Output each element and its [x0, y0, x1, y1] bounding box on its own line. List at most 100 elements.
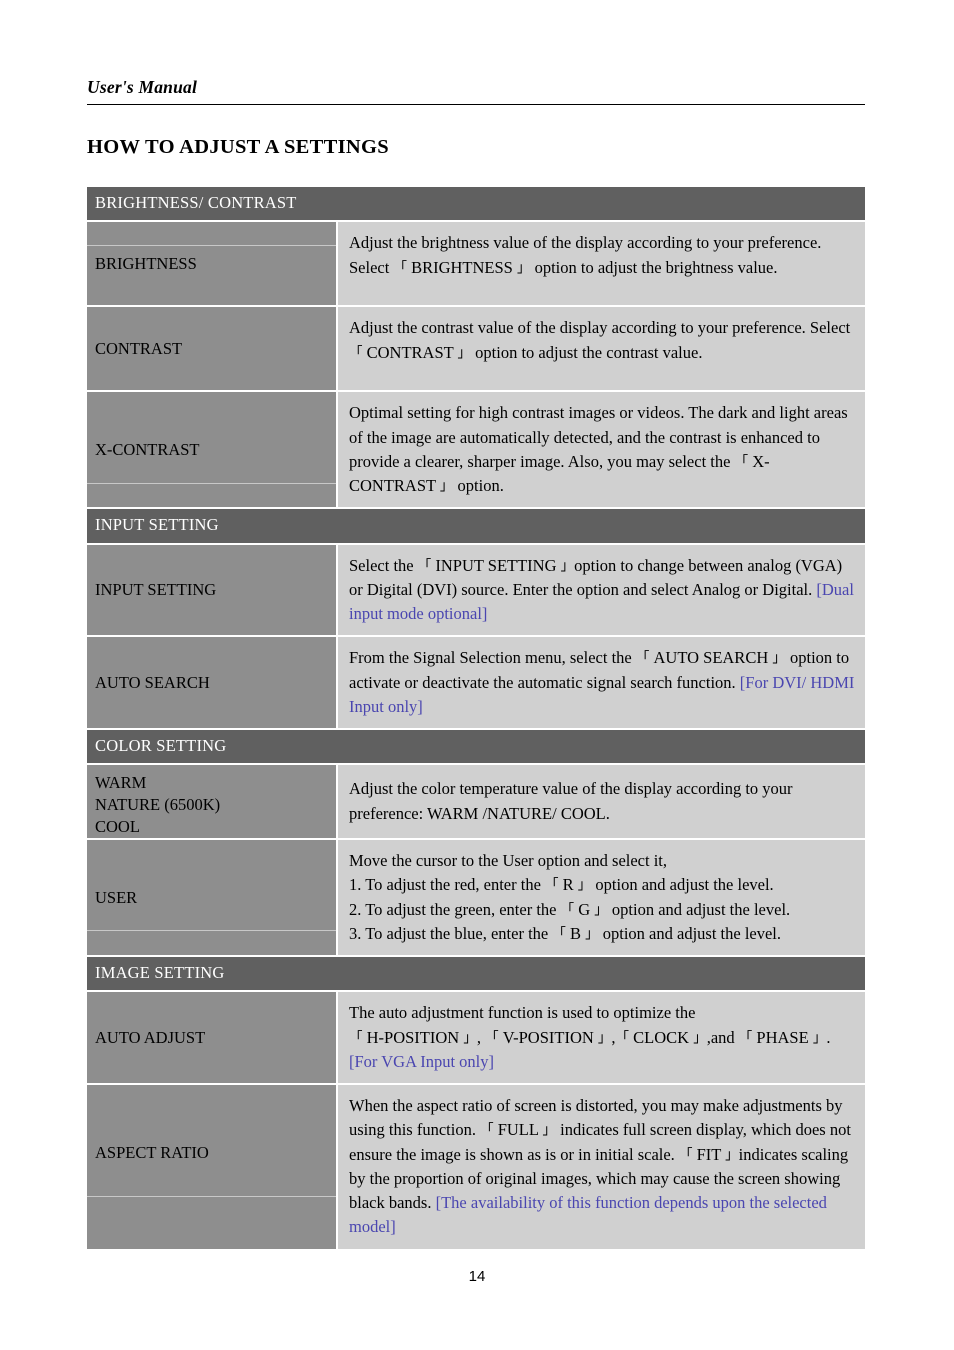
page-title: HOW TO ADJUST A SETTINGS — [87, 136, 389, 159]
user-green-pre: 2. To adjust the green, enter the — [349, 899, 561, 919]
key-sep-1: , — [476, 1027, 486, 1047]
setting-description-brightness: Adjust the brightness value of the displ… — [338, 222, 865, 306]
user-green-key: G — [574, 899, 595, 919]
page-content: User's Manual HOW TO ADJUST A SETTINGS B… — [87, 77, 865, 1251]
corner-bracket-open-icon: 「 — [734, 453, 749, 470]
corner-bracket-open-icon: 「 — [738, 1029, 753, 1046]
setting-label-line-warm: WARM — [95, 773, 147, 793]
corner-bracket-close-icon: 」 — [542, 1122, 556, 1139]
corner-bracket-open-icon: 「 — [678, 1146, 693, 1163]
setting-label-text: CONTRAST — [95, 339, 183, 358]
table-row: USER Move the cursor to the User option … — [87, 840, 865, 956]
desc-text-key: CONTRAST — [362, 342, 458, 362]
user-line-green: 2. To adjust the green, enter the 「 G 」 … — [349, 898, 855, 922]
settings-table: BRIGHTNESS/ CONTRAST BRIGHTNESS Adjust t… — [87, 187, 865, 1249]
corner-bracket-open-icon: 「 — [349, 344, 363, 361]
auto-adjust-line-keys: 「 H-POSITION 」, 「 V-POSITION 」,「 CLOCK 」… — [349, 1026, 855, 1050]
table-row: X-CONTRAST Optimal setting for high cont… — [87, 392, 865, 508]
setting-label-brightness: BRIGHTNESS — [87, 222, 336, 306]
corner-bracket-close-icon: 」 — [812, 1029, 827, 1046]
setting-label-color-temperature: WARM NATURE (6500K) COOL — [87, 765, 336, 839]
desc-text-pre: Select the — [349, 555, 418, 575]
corner-bracket-open-icon: 「 — [545, 877, 559, 894]
corner-bracket-close-icon: 」 — [725, 1146, 739, 1163]
corner-bracket-open-icon: 「 — [615, 1029, 630, 1046]
setting-description-x-contrast: Optimal setting for high contrast images… — [338, 392, 865, 508]
table-row: INPUT SETTING Select the 「 INPUT SETTING… — [87, 544, 865, 636]
corner-bracket-close-icon: 」 — [560, 557, 575, 574]
setting-label-text: INPUT SETTING — [95, 580, 217, 600]
corner-bracket-open-icon: 「 — [552, 925, 566, 942]
corner-bracket-close-icon: 」 — [585, 925, 599, 942]
auto-adjust-line-intro: The auto adjustment function is used to … — [349, 1003, 696, 1023]
desc-text-key: BRIGHTNESS — [406, 257, 517, 277]
corner-bracket-close-icon: 」 — [693, 1029, 707, 1046]
page-number: 14 — [468, 1268, 486, 1285]
user-blue-post: option and adjust the level. — [598, 923, 782, 943]
running-header: User's Manual — [87, 77, 198, 97]
key-phase: PHASE — [752, 1027, 813, 1047]
desc-text-post: option. — [453, 476, 504, 496]
table-row: ASPECT RATIO When the aspect ratio of sc… — [87, 1085, 865, 1249]
manual-page: User's Manual HOW TO ADJUST A SETTINGS B… — [0, 0, 954, 1350]
setting-label-text: AUTO ADJUST — [95, 1027, 206, 1047]
table-row: CONTRAST Adjust the contrast value of th… — [87, 307, 865, 391]
setting-description-auto-adjust: The auto adjustment function is used to … — [338, 992, 865, 1084]
setting-label-aspect-ratio: ASPECT RATIO — [87, 1085, 336, 1249]
user-red-key: R — [558, 875, 578, 895]
setting-label-x-contrast: X-CONTRAST — [87, 392, 336, 508]
corner-bracket-close-icon: 」 — [439, 478, 454, 495]
user-line-red: 1. To adjust the red, enter the 「 R 」 op… — [349, 873, 855, 897]
key-tail: . — [826, 1027, 831, 1047]
key-fit: FIT — [692, 1144, 726, 1164]
corner-bracket-open-icon: 「 — [485, 1029, 499, 1046]
table-row: AUTO SEARCH From the Signal Selection me… — [87, 637, 865, 729]
corner-bracket-open-icon: 「 — [480, 1122, 494, 1139]
setting-label-text: ASPECT RATIO — [95, 1142, 209, 1162]
desc-text-post: option to adjust the contrast value. — [471, 342, 703, 362]
setting-label-input-setting: INPUT SETTING — [87, 544, 336, 636]
cell-subdivider — [87, 930, 336, 932]
setting-label-contrast: CONTRAST — [87, 307, 336, 391]
user-red-post: option and adjust the level. — [591, 875, 774, 895]
desc-text-key: AUTO SEARCH — [649, 648, 773, 668]
setting-description-user: Move the cursor to the User option and s… — [338, 840, 865, 956]
section-header-input-setting: INPUT SETTING — [87, 509, 865, 543]
key-v-position: V-POSITION — [498, 1027, 598, 1047]
table-row: AUTO ADJUST The auto adjustment function… — [87, 992, 865, 1084]
key-clock: CLOCK — [629, 1027, 694, 1047]
cell-subdivider — [87, 483, 336, 485]
corner-bracket-close-icon: 」 — [594, 901, 608, 918]
corner-bracket-open-icon: 「 — [393, 259, 407, 276]
setting-label-text: BRIGHTNESS — [95, 254, 197, 273]
key-full: FULL — [493, 1120, 543, 1140]
section-header-brightness-contrast: BRIGHTNESS/ CONTRAST — [87, 187, 865, 221]
user-green-post: option and adjust the level. — [607, 899, 791, 919]
user-blue-key: B — [565, 923, 586, 943]
user-line-blue: 3. To adjust the blue, enter the 「 B 」 o… — [349, 922, 855, 946]
setting-label-user: USER — [87, 840, 336, 956]
setting-description-contrast: Adjust the contrast value of the display… — [338, 307, 865, 391]
user-red-pre: 1. To adjust the red, enter the — [349, 875, 546, 895]
setting-label-line-cool: COOL — [95, 816, 140, 836]
corner-bracket-open-icon: 「 — [349, 1029, 363, 1046]
corner-bracket-close-icon: 」 — [463, 1029, 477, 1046]
setting-description-auto-search: From the Signal Selection menu, select t… — [338, 637, 865, 729]
corner-bracket-open-icon: 「 — [635, 650, 650, 667]
setting-label-auto-adjust: AUTO ADJUST — [87, 992, 336, 1084]
setting-label-line-nature: NATURE (6500K) — [95, 794, 221, 814]
corner-bracket-close-icon: 」 — [597, 1029, 612, 1046]
setting-label-text: AUTO SEARCH — [95, 672, 210, 692]
setting-description-color-temperature: Adjust the color temperature value of th… — [338, 765, 865, 839]
desc-text-key: INPUT SETTING — [431, 555, 561, 575]
setting-description-input-setting: Select the 「 INPUT SETTING 」option to ch… — [338, 544, 865, 636]
desc-text-post: option to adjust the brightness value. — [530, 257, 778, 277]
setting-label-text: USER — [95, 887, 138, 907]
setting-label-text: X-CONTRAST — [95, 440, 200, 459]
user-line-intro: Move the cursor to the User option and s… — [349, 851, 668, 871]
desc-text: Adjust the color temperature value of th… — [349, 779, 793, 823]
header-rule — [87, 104, 865, 106]
desc-text-pre: From the Signal Selection menu, select t… — [349, 648, 636, 668]
key-h-position: H-POSITION — [362, 1027, 464, 1047]
desc-text-pre: Adjust the contrast value of the display… — [349, 318, 851, 338]
